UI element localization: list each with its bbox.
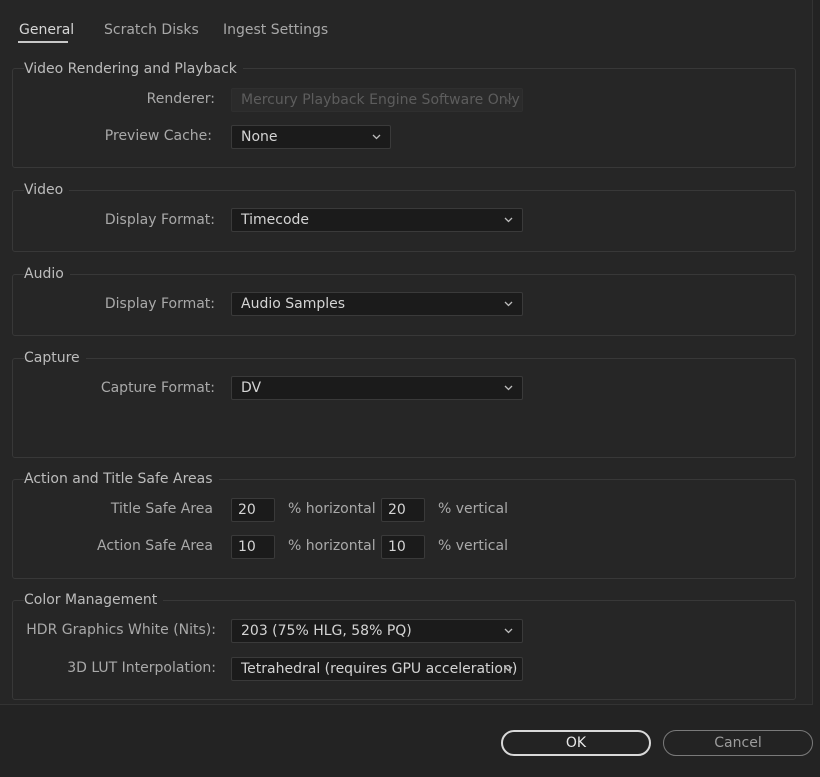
ok-button[interactable]: OK: [501, 730, 651, 756]
action-safe-horizontal-unit: % horizontal: [288, 538, 376, 554]
audio-display-format-value: Audio Samples: [241, 296, 346, 312]
chevron-down-icon: [504, 385, 513, 391]
video-rendering-title: Video Rendering and Playback: [24, 61, 243, 77]
audio-display-format-label: Display Format:: [104, 296, 215, 312]
hdr-white-value: 203 (75% HLG, 58% PQ): [241, 623, 412, 639]
capture-format-label: Capture Format:: [100, 380, 215, 396]
video-title: Video: [24, 182, 70, 198]
chevron-down-icon: [372, 134, 381, 140]
title-safe-vertical-input[interactable]: 20: [381, 498, 425, 522]
action-safe-vertical-unit: % vertical: [438, 538, 508, 554]
video-display-format-dropdown[interactable]: Timecode: [231, 208, 523, 232]
preview-cache-value: None: [241, 129, 278, 145]
lut-interpolation-dropdown[interactable]: Tetrahedral (requires GPU acceleration): [231, 657, 523, 681]
chevron-down-icon: [504, 628, 513, 634]
audio-display-format-dropdown[interactable]: Audio Samples: [231, 292, 523, 316]
preview-cache-label: Preview Cache:: [104, 128, 212, 144]
chevron-down-icon: [504, 217, 513, 223]
active-tab-indicator: [18, 41, 68, 43]
chevron-down-icon: [504, 301, 513, 307]
safe-areas-title: Action and Title Safe Areas: [24, 471, 219, 487]
action-safe-horizontal-input[interactable]: 10: [231, 535, 275, 559]
title-safe-horizontal-input[interactable]: 20: [231, 498, 275, 522]
chevron-down-icon: [504, 666, 513, 672]
video-rendering-group: [12, 68, 796, 168]
renderer-value: Mercury Playback Engine Software Only: [241, 92, 520, 108]
capture-format-dropdown[interactable]: DV: [231, 376, 523, 400]
renderer-label: Renderer:: [146, 91, 215, 107]
action-safe-vertical-input[interactable]: 10: [381, 535, 425, 559]
cancel-button[interactable]: Cancel: [663, 730, 813, 756]
color-management-title: Color Management: [24, 592, 164, 608]
renderer-dropdown: Mercury Playback Engine Software Only: [231, 88, 523, 112]
chevron-down-icon: [504, 97, 513, 103]
hdr-white-label: HDR Graphics White (Nits):: [26, 622, 216, 638]
video-display-format-value: Timecode: [241, 212, 310, 228]
preferences-panel: General Scratch Disks Ingest Settings Vi…: [0, 0, 813, 705]
capture-group: [12, 358, 796, 458]
tab-scratch-disks[interactable]: Scratch Disks: [104, 22, 199, 38]
preview-cache-dropdown[interactable]: None: [231, 125, 391, 149]
video-display-format-label: Display Format:: [104, 212, 215, 228]
title-safe-label: Title Safe Area: [110, 501, 213, 517]
audio-title: Audio: [24, 266, 70, 282]
capture-title: Capture: [24, 350, 86, 366]
lut-interpolation-value: Tetrahedral (requires GPU acceleration): [241, 661, 518, 677]
tab-ingest-settings[interactable]: Ingest Settings: [223, 22, 328, 38]
capture-format-value: DV: [241, 380, 262, 396]
lut-interpolation-label: 3D LUT Interpolation:: [67, 660, 216, 676]
title-safe-horizontal-unit: % horizontal: [288, 501, 376, 517]
color-management-group: [12, 600, 796, 700]
safe-areas-group: [12, 479, 796, 579]
tab-general[interactable]: General: [19, 22, 74, 38]
hdr-white-dropdown[interactable]: 203 (75% HLG, 58% PQ): [231, 619, 523, 643]
title-safe-vertical-unit: % vertical: [438, 501, 508, 517]
action-safe-label: Action Safe Area: [97, 538, 213, 554]
